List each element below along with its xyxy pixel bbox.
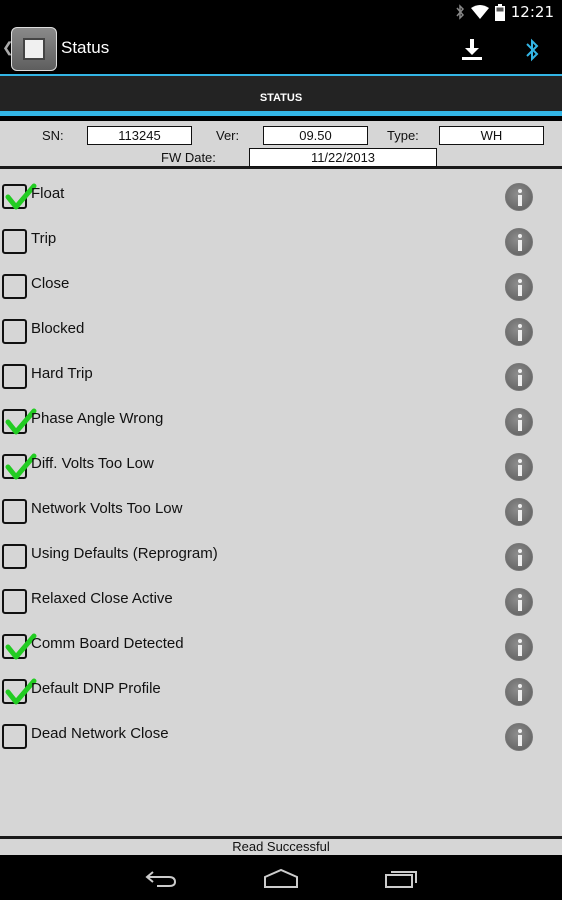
home-icon[interactable] [263,867,299,889]
info-icon[interactable] [505,183,533,211]
sn-label: SN: [42,128,64,143]
app-icon[interactable] [11,27,57,71]
status-row: Blocked [0,306,562,351]
info-icon[interactable] [505,723,533,751]
status-label: Trip [31,230,57,247]
status-checkbox[interactable] [2,633,37,660]
status-label: Close [31,275,70,292]
status-row: Float [0,171,562,216]
status-row: Default DNP Profile [0,666,562,711]
type-field: WH [439,126,544,145]
page-title: Status [61,38,110,57]
info-icon[interactable] [505,588,533,616]
status-row: Comm Board Detected [0,621,562,666]
status-label: Blocked [31,320,85,337]
battery-icon [494,3,505,21]
status-checkbox[interactable] [2,589,27,614]
status-row: Network Volts Too Low [0,486,562,531]
status-label: Float [31,185,65,202]
type-label: Type: [387,128,419,143]
back-icon[interactable] [143,867,179,889]
system-status-bar: 12:21 [0,0,562,24]
read-status: Read Successful [0,839,562,855]
status-label: Comm Board Detected [31,635,184,652]
status-checkbox[interactable] [2,274,27,299]
status-checkbox[interactable] [2,678,37,705]
status-checkbox[interactable] [2,364,27,389]
clock: 12:21 [510,3,554,21]
status-row: Relaxed Close Active [0,576,562,621]
status-row: Using Defaults (Reprogram) [0,531,562,576]
info-icon[interactable] [505,228,533,256]
status-checkbox[interactable] [2,229,27,254]
bluetooth-icon[interactable] [518,36,546,64]
status-checkbox[interactable] [2,544,27,569]
fw-date-label: FW Date: [161,150,216,165]
tab-bar: STATUS [0,76,562,116]
info-icon[interactable] [505,273,533,301]
info-icon[interactable] [505,408,533,436]
info-icon[interactable] [505,453,533,481]
ver-field: 09.50 [263,126,368,145]
recents-icon[interactable] [383,867,419,889]
status-label: Dead Network Close [31,725,169,742]
status-label: Network Volts Too Low [31,500,183,517]
status-checkbox[interactable] [2,453,37,480]
action-bar: ❮ Status [0,24,562,74]
info-icon[interactable] [505,678,533,706]
status-row: Dead Network Close [0,711,562,756]
status-row: Close [0,261,562,306]
status-checkbox[interactable] [2,724,27,749]
wifi-icon [470,5,489,19]
status-row: Phase Angle Wrong [0,396,562,441]
info-icon[interactable] [505,318,533,346]
tab-status[interactable]: STATUS [0,76,562,111]
status-row: Hard Trip [0,351,562,396]
status-checkbox[interactable] [2,319,27,344]
status-label: Relaxed Close Active [31,590,173,607]
fw-date-field: 11/22/2013 [249,148,437,167]
status-row: Diff. Volts Too Low [0,441,562,486]
download-icon[interactable] [458,36,486,64]
navigation-bar [0,855,562,900]
bluetooth-icon [456,4,464,20]
status-checkbox[interactable] [2,499,27,524]
status-content: SN: 113245 Ver: 09.50 Type: WH FW Date: … [0,121,562,838]
status-label: Hard Trip [31,365,93,382]
sn-field: 113245 [87,126,192,145]
ver-label: Ver: [216,128,240,143]
device-info-panel: SN: 113245 Ver: 09.50 Type: WH FW Date: … [0,121,562,169]
status-label: Diff. Volts Too Low [31,455,154,472]
info-icon[interactable] [505,633,533,661]
status-label: Phase Angle Wrong [31,410,164,427]
status-label: Using Defaults (Reprogram) [31,545,218,562]
info-icon[interactable] [505,498,533,526]
status-checkbox[interactable] [2,408,37,435]
info-icon[interactable] [505,363,533,391]
status-checkbox[interactable] [2,183,37,210]
info-icon[interactable] [505,543,533,571]
status-label: Default DNP Profile [31,680,161,697]
status-row: Trip [0,216,562,261]
